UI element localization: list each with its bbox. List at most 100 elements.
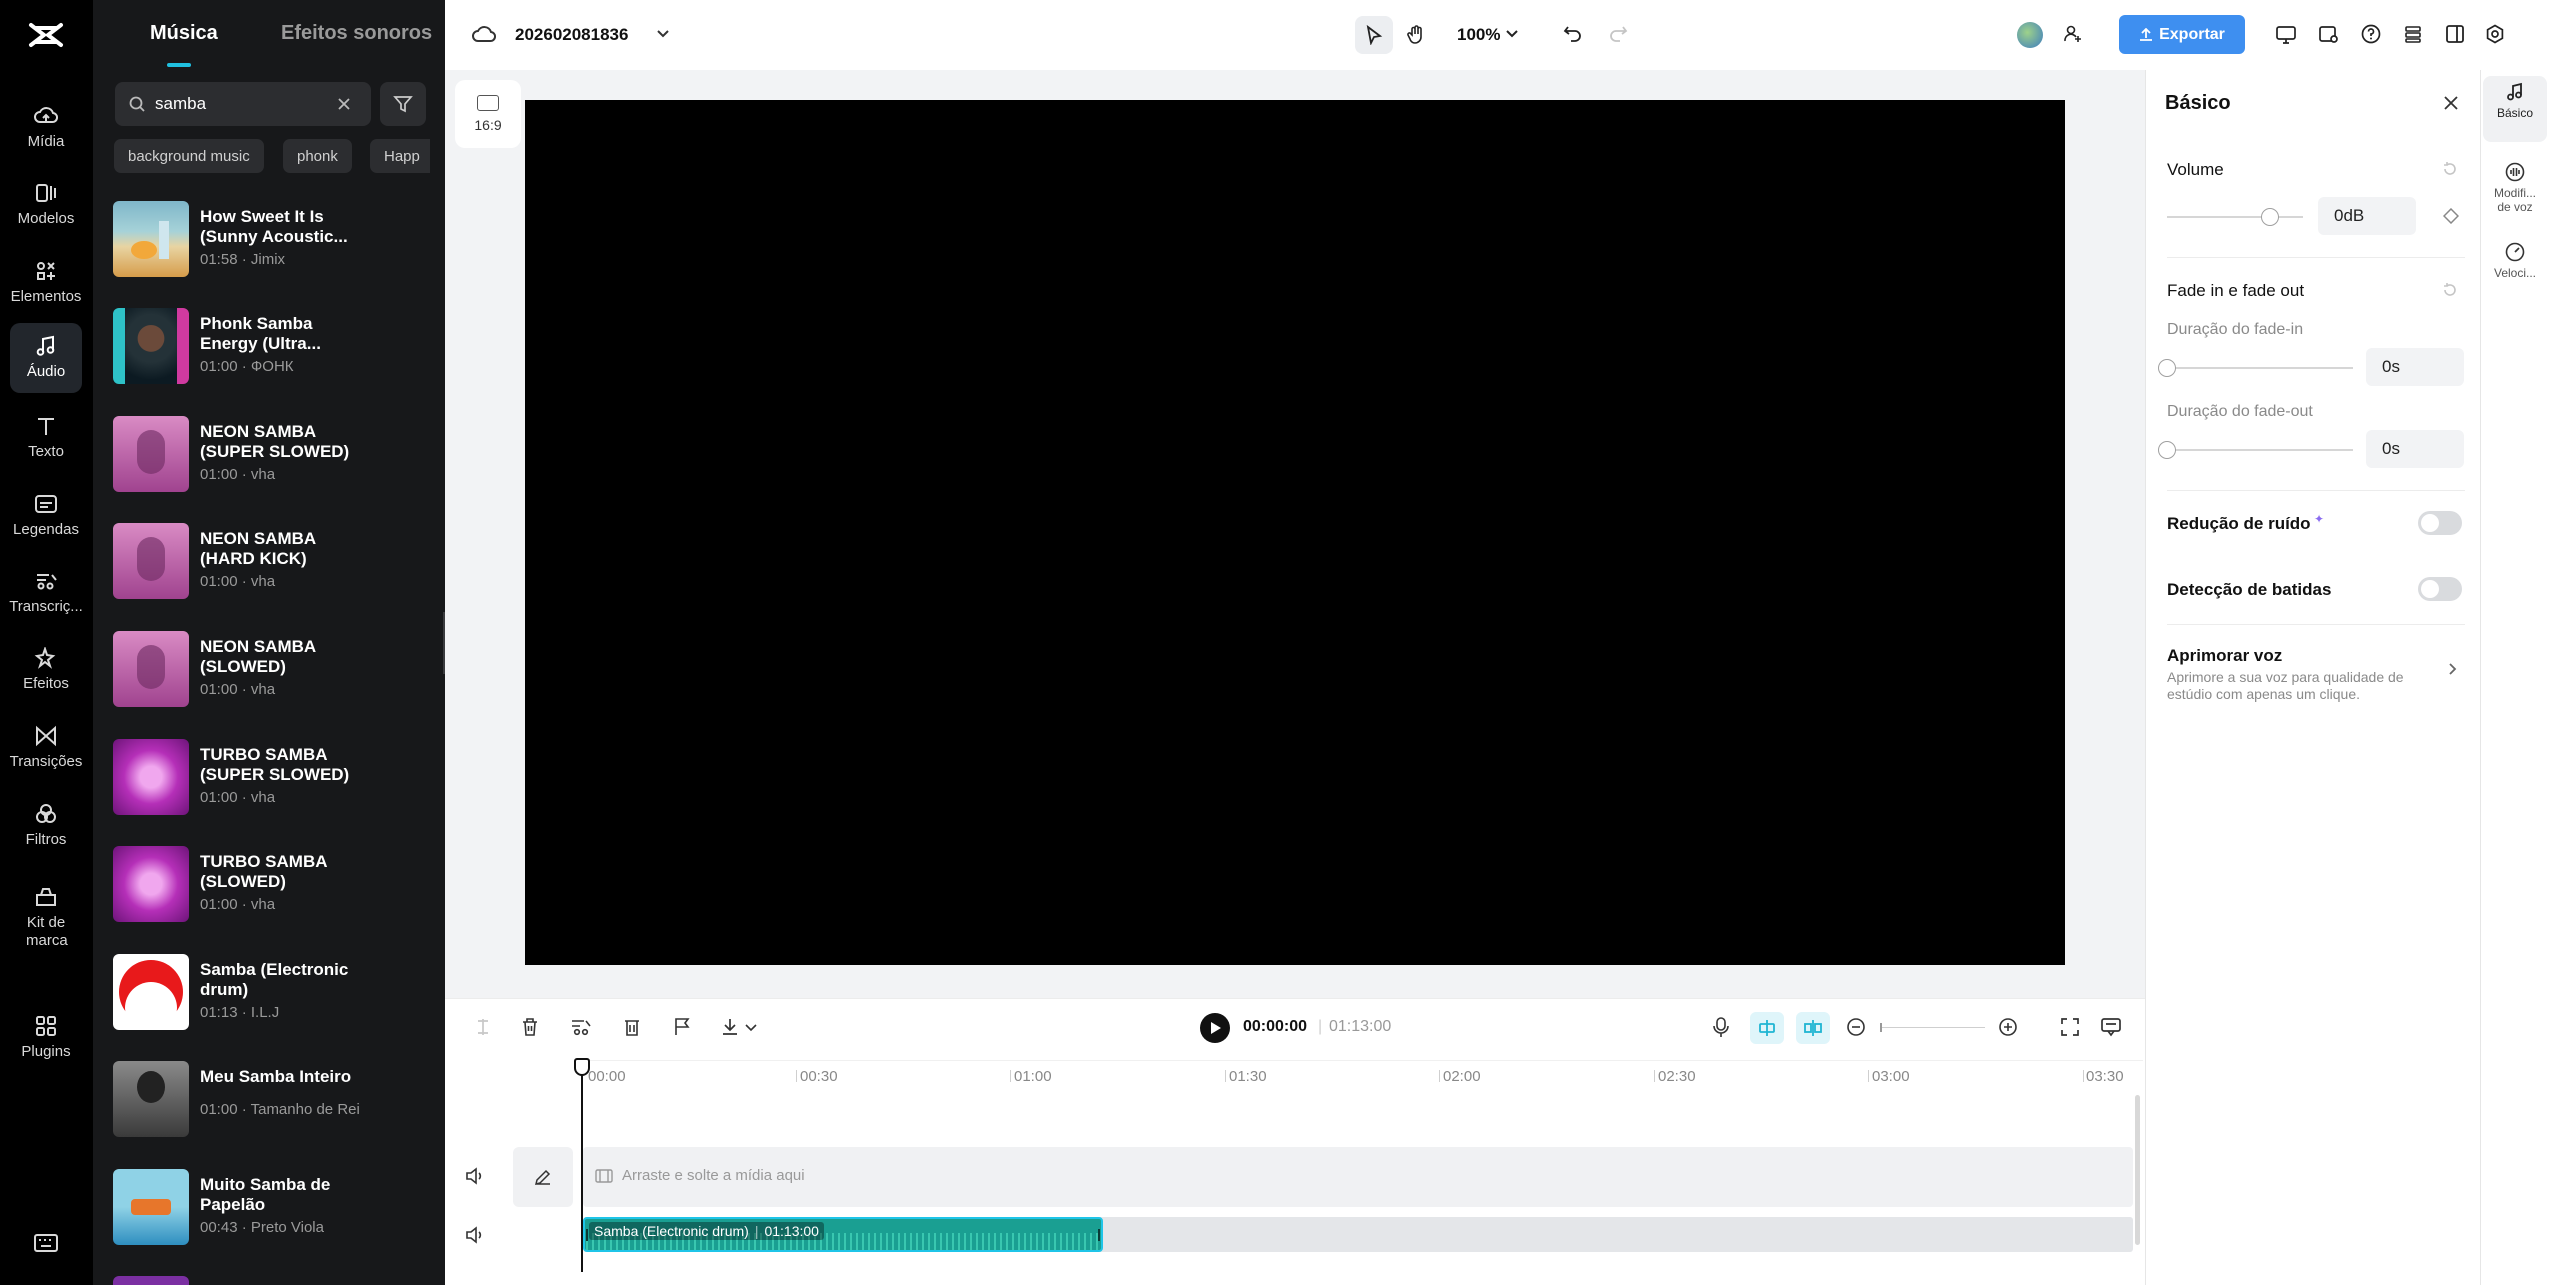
chip-happ[interactable]: Happ (370, 139, 430, 173)
tab-basico[interactable]: Básico (2483, 76, 2547, 142)
track-audio-icon[interactable] (465, 1166, 485, 1186)
video-preview[interactable] (525, 100, 2065, 965)
volume-input[interactable]: 0dB (2318, 197, 2416, 235)
project-name[interactable]: 202602081836 (515, 25, 628, 45)
rail-item-transicoes[interactable]: Transições (10, 713, 82, 783)
fade-in-input[interactable]: 0s (2366, 348, 2464, 386)
list-item[interactable]: NEON SAMBA (HARD KICK) 01:00 · vha (113, 523, 433, 603)
list-item[interactable]: Meu Samba Inteiro 01:00 · Tamanho de Rei (113, 1061, 433, 1141)
fade-in-slider-knob[interactable] (2158, 359, 2176, 377)
link-button[interactable] (1796, 1012, 1830, 1044)
playhead[interactable] (581, 1060, 583, 1272)
snap-icon (1759, 1020, 1775, 1036)
settings-icon[interactable] (2485, 24, 2505, 44)
review-icon[interactable] (2318, 24, 2340, 44)
search-field[interactable]: samba (115, 82, 371, 126)
chevron-down-icon[interactable] (656, 29, 670, 39)
rail-item-transcricao[interactable]: Transcriç... (9, 558, 83, 628)
undo-icon[interactable] (1563, 24, 1583, 42)
list-item[interactable]: TURBO SAMBA (SUPER SLOWED) 01:00 · vha (113, 739, 433, 819)
rail-item-filtros[interactable]: Filtros (10, 791, 82, 861)
timeline-zoom-slider[interactable] (1880, 1023, 1985, 1032)
fade-in-slider[interactable] (2158, 359, 2353, 377)
clip-left-handle[interactable] (586, 1229, 588, 1241)
filter-button[interactable] (380, 82, 426, 126)
timeline-scrollbar[interactable] (2135, 1095, 2140, 1245)
comment-icon[interactable] (2100, 1016, 2122, 1038)
chip-background-music[interactable]: background music (114, 139, 264, 173)
chip-phonk[interactable]: phonk (283, 139, 352, 173)
avatar[interactable] (2017, 22, 2043, 48)
canvas-area: 16:9 (445, 70, 2145, 998)
rail-item-kit-marca[interactable]: Kit de marca (10, 870, 82, 966)
play-button[interactable] (1200, 1013, 1230, 1043)
select-tool-button[interactable] (1355, 16, 1393, 54)
fade-out-slider-knob[interactable] (2158, 441, 2176, 459)
split-icon[interactable] (474, 1017, 492, 1037)
rail-item-elementos[interactable]: Elementos (10, 248, 82, 318)
freeze-frame-icon[interactable] (623, 1017, 641, 1037)
fullscreen-icon[interactable] (2060, 1017, 2080, 1037)
export-button[interactable]: Exportar (2119, 15, 2245, 54)
download-icon[interactable] (721, 1017, 743, 1037)
rail-item-efeitos[interactable]: Efeitos (10, 635, 82, 705)
tab-speed[interactable]: Veloci... (2483, 236, 2547, 302)
cloud-save-icon[interactable] (472, 25, 496, 45)
layers-icon[interactable] (2403, 24, 2423, 44)
download-chevron-down-icon[interactable] (745, 1024, 757, 1032)
rail-item-plugins[interactable]: Plugins (10, 1003, 82, 1073)
marker-flag-icon[interactable] (673, 1017, 691, 1037)
list-item[interactable]: NEON SAMBA (SLOWED) 01:00 · vha (113, 631, 433, 711)
edit-track-button[interactable] (513, 1147, 573, 1207)
aspect-ratio-button[interactable]: 16:9 (455, 80, 521, 148)
playhead-handle[interactable] (574, 1058, 590, 1076)
rail-item-midia[interactable]: Mídia (10, 93, 82, 163)
keyframe-icon[interactable] (2443, 208, 2459, 224)
zoom-level[interactable]: 100% (1457, 25, 1500, 45)
rail-item-texto[interactable]: Texto (10, 403, 82, 473)
keyboard-icon[interactable] (34, 1234, 58, 1252)
rail-item-modelos[interactable]: Modelos (10, 170, 82, 240)
list-item[interactable]: Muito Samba de Papelão 00:43 · Preto Vio… (113, 1169, 433, 1249)
volume-slider[interactable] (2167, 208, 2303, 226)
tab-musica[interactable]: Música (150, 22, 218, 45)
tab-efeitos-sonoros[interactable]: Efeitos sonoros (281, 22, 432, 45)
close-icon[interactable] (2443, 95, 2459, 111)
tab-voice-modifier[interactable]: Modifi... de voz (2483, 156, 2547, 222)
list-item[interactable]: Phonk Samba Energy (Ultra... 01:00 · ФОН… (113, 308, 433, 388)
list-item[interactable]: How Sweet It Is (Sunny Acoustic... 01:58… (113, 201, 433, 281)
clear-icon[interactable] (337, 97, 351, 111)
clip-right-handle[interactable] (1098, 1229, 1100, 1241)
trim-icon[interactable] (570, 1017, 592, 1037)
search-input[interactable]: samba (155, 94, 206, 114)
audio-clip[interactable]: Samba (Electronic drum) | 01:13:00 (583, 1217, 1103, 1252)
list-item[interactable]: NEON SAMBA (SUPER SLOWED) 01:00 · vha (113, 416, 433, 496)
noise-reduction-toggle[interactable] (2418, 511, 2462, 535)
list-item[interactable]: Samba (Electronic drum) 01:13 · I.L.J (113, 954, 433, 1034)
zoom-chevron-down-icon[interactable] (1506, 30, 1518, 38)
beat-detection-label: Detecção de batidas (2167, 580, 2332, 599)
zoom-in-icon[interactable] (1998, 1017, 2018, 1037)
reset-icon[interactable] (2442, 161, 2458, 177)
list-item[interactable]: TURBO SAMBA (SLOWED) 01:00 · vha (113, 846, 433, 926)
rail-item-legendas[interactable]: Legendas (10, 481, 82, 551)
present-icon[interactable] (2275, 24, 2297, 44)
redo-icon[interactable] (1608, 24, 1628, 42)
auto-snap-button[interactable] (1750, 1012, 1784, 1044)
fade-reset-icon[interactable] (2442, 282, 2458, 298)
rail-item-audio[interactable]: Áudio (10, 323, 82, 393)
delete-icon[interactable] (521, 1017, 539, 1037)
microphone-icon[interactable] (1712, 1016, 1730, 1038)
fade-out-input[interactable]: 0s (2366, 430, 2464, 468)
main-track-dropzone[interactable]: Arraste e solte a mídia aqui (583, 1147, 2133, 1207)
fade-out-slider[interactable] (2158, 441, 2353, 459)
zoom-out-icon[interactable] (1846, 1017, 1866, 1037)
enhance-voice-item[interactable]: Aprimorar voz Aprimore a sua voz para qu… (2165, 640, 2465, 710)
beat-detection-toggle[interactable] (2418, 577, 2462, 601)
hand-tool-button[interactable] (1397, 16, 1435, 54)
capcut-logo-icon[interactable] (28, 20, 64, 50)
panel-layout-icon[interactable] (2445, 24, 2465, 44)
track-volume-icon[interactable] (465, 1225, 485, 1245)
add-user-icon[interactable] (2063, 24, 2083, 44)
help-icon[interactable] (2361, 24, 2381, 44)
